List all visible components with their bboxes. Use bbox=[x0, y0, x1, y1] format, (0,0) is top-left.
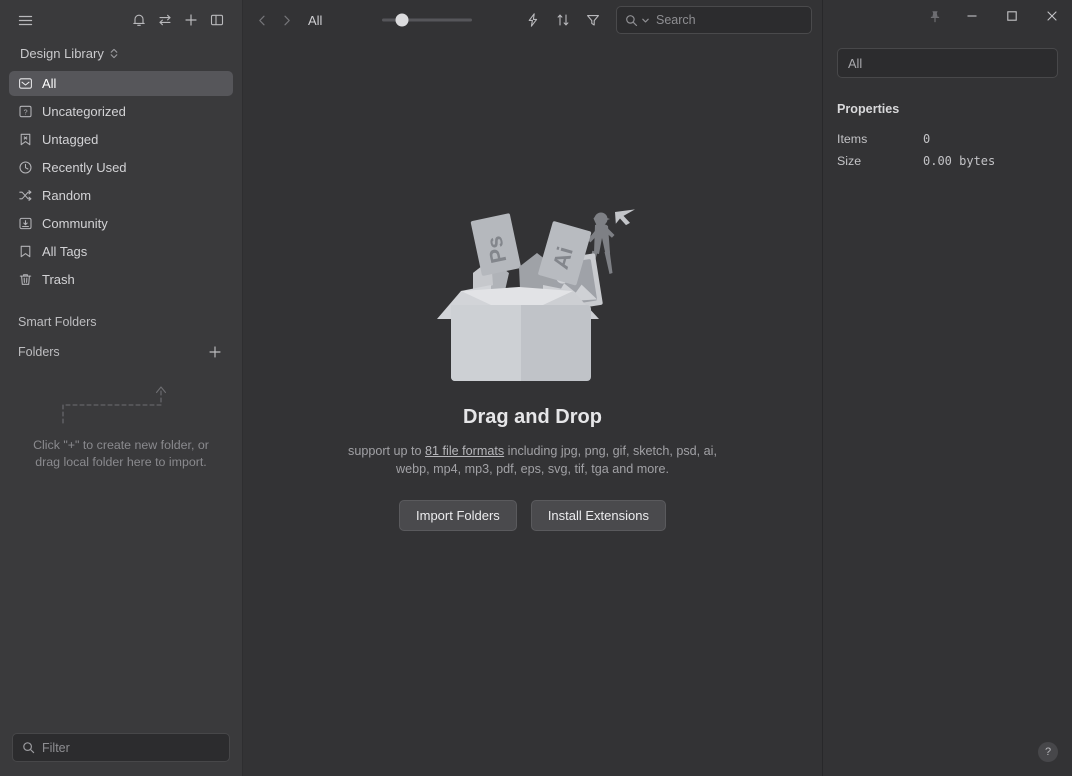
sidebar-item-label: Recently Used bbox=[42, 160, 127, 175]
eagle-app-window: Design Library All ? Uncategorized Untag… bbox=[0, 0, 1072, 776]
question-box-icon: ? bbox=[17, 104, 33, 120]
bookmark-x-icon bbox=[17, 132, 33, 148]
back-button[interactable] bbox=[251, 8, 273, 32]
sidebar-item-label: Uncategorized bbox=[42, 104, 126, 119]
shuffle-icon bbox=[17, 188, 33, 204]
content-region: Ps Ai Drag and Drop support up to 81 fil… bbox=[243, 40, 822, 776]
smart-folders-label: Smart Folders bbox=[18, 315, 97, 329]
sidebar-item-untagged[interactable]: Untagged bbox=[9, 127, 233, 152]
pin-icon[interactable] bbox=[918, 0, 952, 31]
folders-hint-line-1: Click "+" to create new folder, or bbox=[33, 438, 209, 452]
properties-heading: Properties bbox=[837, 102, 900, 116]
help-button[interactable]: ? bbox=[1038, 742, 1058, 762]
breadcrumb[interactable]: All bbox=[308, 13, 322, 28]
search-icon bbox=[23, 742, 35, 754]
panel-toggle-icon[interactable] bbox=[204, 7, 230, 33]
import-folders-button[interactable]: Import Folders bbox=[399, 500, 517, 531]
smart-folders-section-header[interactable]: Smart Folders bbox=[0, 309, 242, 335]
window-controls bbox=[823, 0, 1072, 40]
main-toolbar: All Search bbox=[243, 0, 822, 40]
sidebar-item-label: Community bbox=[42, 216, 108, 231]
sidebar-item-uncategorized[interactable]: ? Uncategorized bbox=[9, 99, 233, 124]
filter-funnel-icon[interactable] bbox=[580, 7, 606, 33]
add-folder-icon[interactable] bbox=[206, 343, 224, 361]
thumbnail-size-slider[interactable] bbox=[382, 10, 473, 30]
close-button[interactable] bbox=[1032, 0, 1072, 31]
library-selector[interactable]: Design Library bbox=[0, 40, 242, 71]
panel-title-field[interactable]: All bbox=[837, 48, 1058, 78]
bell-icon[interactable] bbox=[126, 7, 152, 33]
forward-button[interactable] bbox=[275, 8, 297, 32]
sidebar: Design Library All ? Uncategorized Untag… bbox=[0, 0, 243, 776]
transfer-icon[interactable] bbox=[152, 7, 178, 33]
main-content-area: All Search Ps Ai Drag and Drop support u… bbox=[243, 0, 822, 776]
install-extensions-button[interactable]: Install Extensions bbox=[530, 500, 666, 531]
sidebar-item-label: Untagged bbox=[42, 132, 99, 147]
library-name: Design Library bbox=[20, 46, 104, 61]
plus-icon[interactable] bbox=[178, 7, 204, 33]
folders-empty-hint: Click "+" to create new folder, or drag … bbox=[14, 437, 228, 471]
folders-hint-line-2: drag local folder here to import. bbox=[35, 455, 207, 469]
sidebar-item-label: All bbox=[42, 76, 57, 91]
sidebar-nav: All ? Uncategorized Untagged Recently Us… bbox=[0, 71, 242, 295]
sidebar-toolbar bbox=[0, 0, 242, 40]
lightning-icon[interactable] bbox=[520, 7, 546, 33]
sidebar-item-label: Random bbox=[42, 188, 92, 203]
svg-text:?: ? bbox=[23, 107, 27, 116]
sidebar-item-trash[interactable]: Trash bbox=[9, 267, 233, 292]
chevron-down-icon[interactable] bbox=[641, 16, 650, 25]
sidebar-item-random[interactable]: Random bbox=[9, 183, 233, 208]
filter-input[interactable]: Filter bbox=[12, 733, 230, 762]
sidebar-item-label: Trash bbox=[42, 272, 75, 287]
sidebar-item-label: All Tags bbox=[42, 244, 88, 259]
inbox-icon bbox=[17, 76, 33, 92]
empty-state-description: support up to 81 file formats including … bbox=[323, 442, 743, 478]
hamburger-menu-icon[interactable] bbox=[12, 7, 38, 33]
filter-placeholder: Filter bbox=[42, 740, 70, 755]
properties-table: Items 0 Size 0.00 bytes bbox=[837, 128, 1058, 172]
empty-state: Ps Ai Drag and Drop support up to 81 fil… bbox=[323, 195, 743, 531]
folders-label: Folders bbox=[18, 345, 60, 359]
folders-empty-state: Click "+" to create new folder, or drag … bbox=[0, 379, 242, 471]
folders-section-header[interactable]: Folders bbox=[0, 339, 242, 365]
desc-prefix: support up to bbox=[348, 444, 426, 458]
clock-icon bbox=[17, 160, 33, 176]
search-input[interactable]: Search bbox=[616, 6, 812, 34]
sidebar-footer: Filter bbox=[0, 723, 242, 776]
sort-icon[interactable] bbox=[550, 7, 576, 33]
property-row: Size 0.00 bytes bbox=[837, 150, 1058, 172]
property-key: Items bbox=[837, 132, 868, 146]
property-key: Size bbox=[837, 154, 862, 168]
file-formats-link[interactable]: 81 file formats bbox=[425, 444, 504, 458]
bookmark-icon bbox=[17, 244, 33, 260]
sidebar-item-all[interactable]: All bbox=[9, 71, 233, 96]
property-row: Items 0 bbox=[837, 128, 1058, 150]
search-icon bbox=[626, 14, 638, 26]
dashed-arrow-icon bbox=[62, 386, 167, 424]
properties-panel: All Properties Items 0 Size 0.00 bytes ? bbox=[822, 0, 1072, 776]
empty-state-title: Drag and Drop bbox=[463, 406, 602, 428]
chevron-updown-icon bbox=[109, 47, 119, 60]
sidebar-item-community[interactable]: Community bbox=[9, 211, 233, 236]
search-placeholder: Search bbox=[656, 13, 696, 27]
maximize-button[interactable] bbox=[992, 0, 1032, 31]
slider-thumb[interactable] bbox=[395, 13, 409, 27]
minimize-button[interactable] bbox=[952, 0, 992, 31]
property-value: 0.00 bytes bbox=[923, 154, 996, 168]
drag-drop-illustration: Ps Ai bbox=[436, 209, 635, 381]
toolbar-actions: Search bbox=[520, 6, 812, 34]
sidebar-item-all-tags[interactable]: All Tags bbox=[9, 239, 233, 264]
panel-title-value: All bbox=[848, 55, 863, 71]
empty-state-actions: Import Folders Install Extensions bbox=[323, 500, 743, 531]
box-download-icon bbox=[17, 216, 33, 232]
trash-icon bbox=[17, 272, 33, 288]
property-value: 0 bbox=[923, 132, 931, 146]
sidebar-item-recently-used[interactable]: Recently Used bbox=[9, 155, 233, 180]
